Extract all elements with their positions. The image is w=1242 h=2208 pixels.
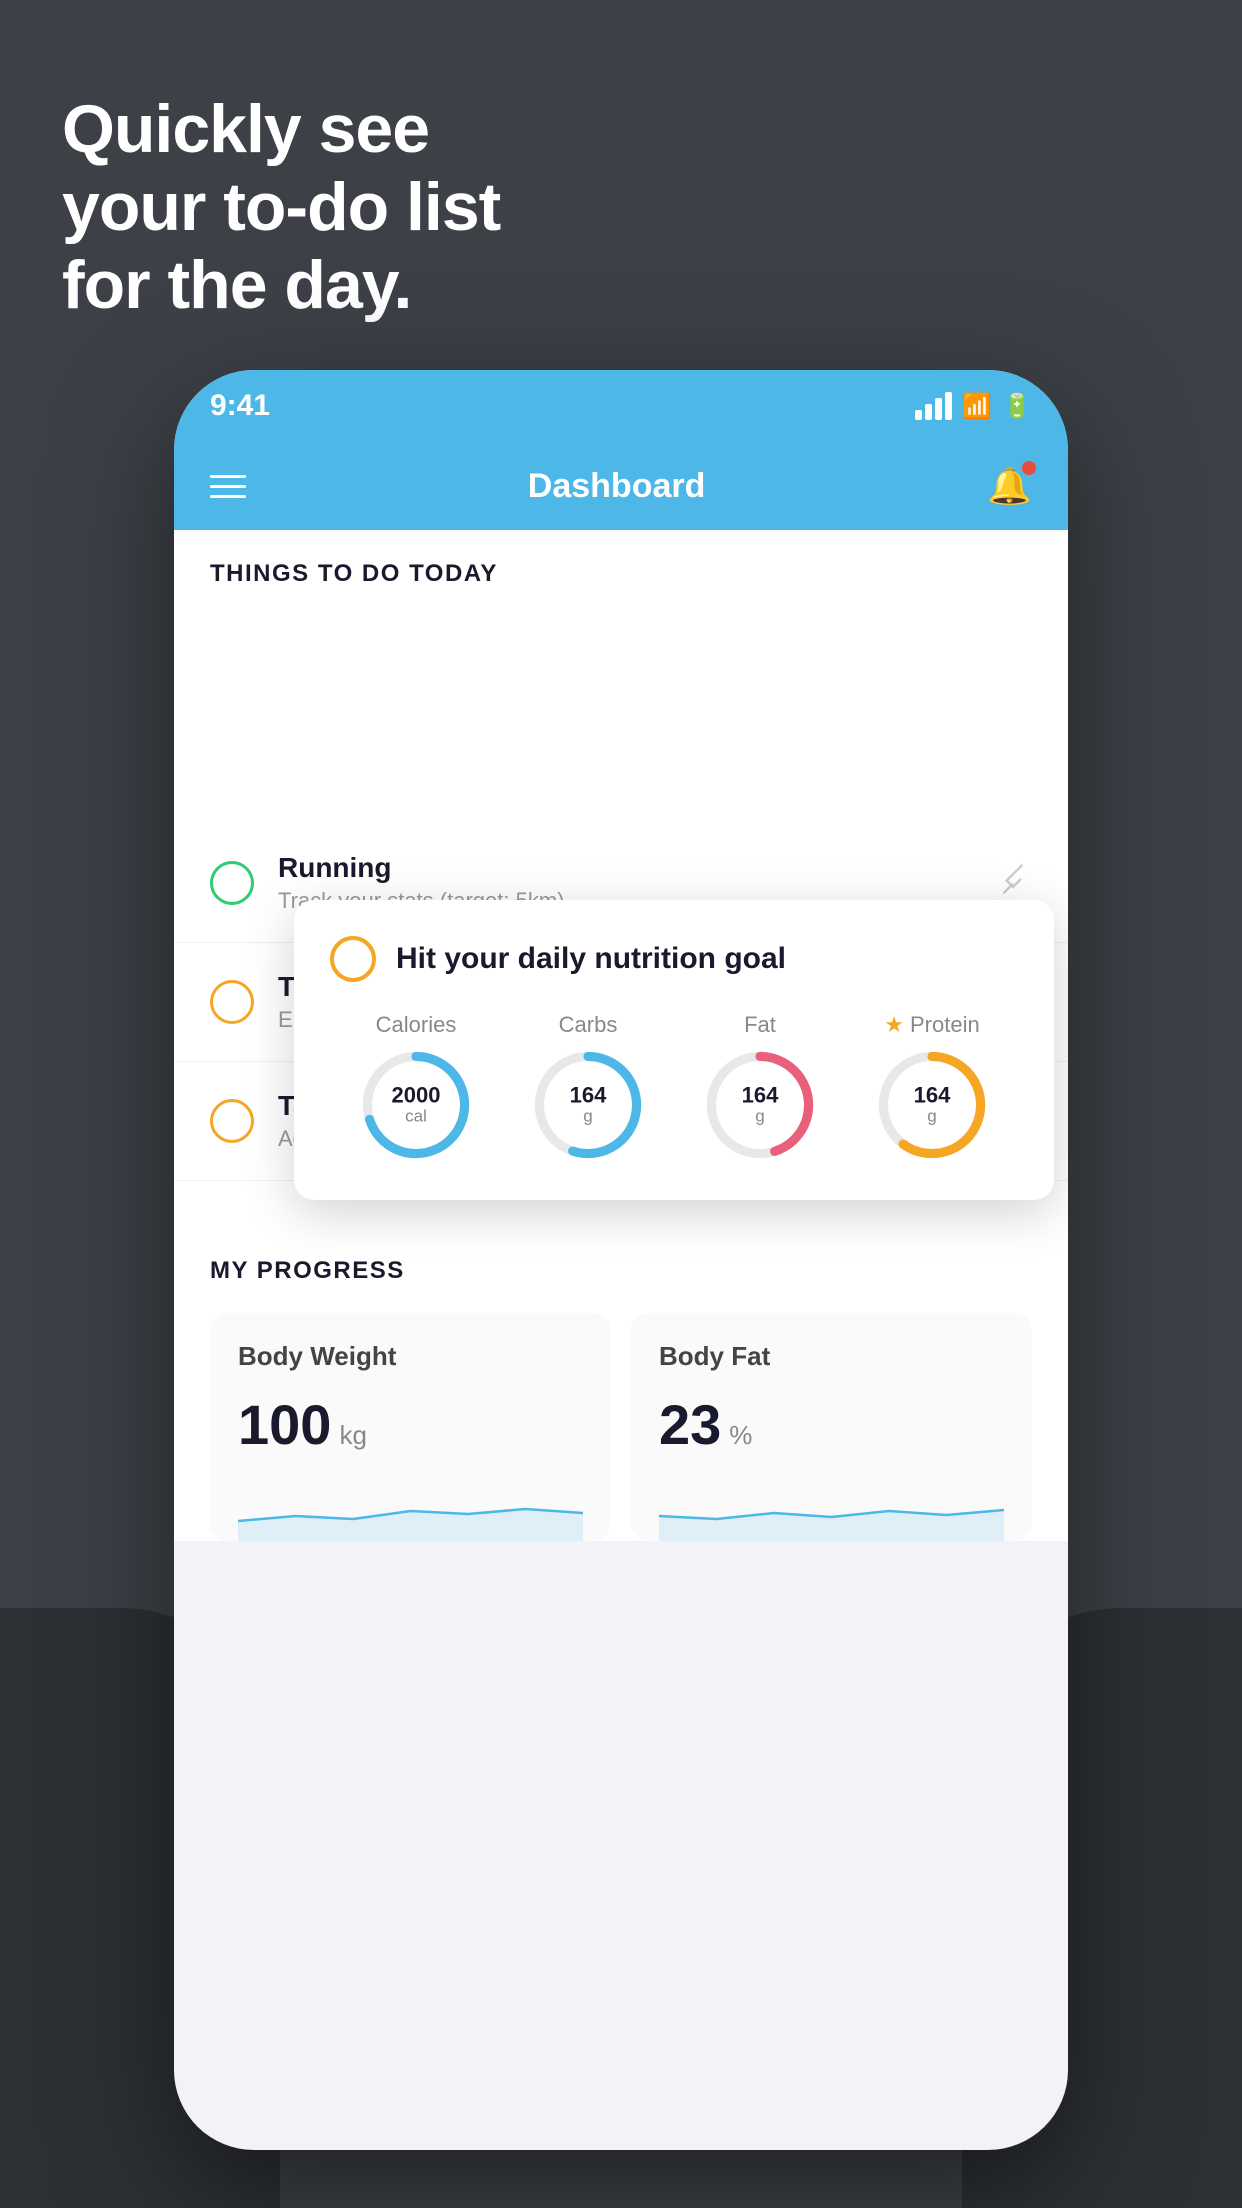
body-weight-value: 100 — [238, 1392, 331, 1457]
body-fat-value-wrap: 23 % — [659, 1392, 1004, 1457]
carbs-donut: 164 g — [533, 1050, 643, 1160]
fat-value: 164 — [742, 1084, 779, 1108]
nutrition-card[interactable]: Hit your daily nutrition goal Calories 2… — [294, 900, 1054, 1200]
todo-circle-body-stats — [210, 980, 254, 1024]
body-fat-label: Body Fat — [659, 1341, 1004, 1372]
body-weight-card[interactable]: Body Weight 100 kg — [210, 1313, 611, 1541]
body-fat-value: 23 — [659, 1392, 721, 1457]
nutrition-macros: Calories 2000 cal Carbs — [330, 1012, 1018, 1160]
calories-donut: 2000 cal — [361, 1050, 471, 1160]
star-icon: ★ — [884, 1012, 904, 1038]
status-time: 9:41 — [210, 389, 270, 423]
body-weight-chart — [238, 1481, 583, 1541]
body-fat-chart — [659, 1481, 1004, 1541]
progress-section: MY PROGRESS Body Weight 100 kg — [174, 1221, 1068, 1541]
progress-cards: Body Weight 100 kg Body Fat — [210, 1313, 1032, 1541]
hamburger-menu[interactable] — [210, 475, 246, 498]
protein-label: ★ Protein — [884, 1012, 979, 1038]
fat-label: Fat — [744, 1012, 776, 1038]
body-weight-unit: kg — [339, 1420, 366, 1451]
status-icons: 📶 🔋 — [915, 392, 1032, 421]
calories-label: Calories — [376, 1012, 457, 1038]
nutrition-header: Hit your daily nutrition goal — [330, 936, 1018, 982]
nav-title: Dashboard — [528, 467, 706, 506]
todo-circle-running — [210, 861, 254, 905]
protein-value: 164 — [914, 1084, 951, 1108]
phone-shell: 9:41 📶 🔋 Dashboard 🔔 THINGS TO DO TODAY — [174, 370, 1068, 2150]
battery-icon: 🔋 — [1002, 392, 1032, 421]
macro-calories: Calories 2000 cal — [361, 1012, 471, 1160]
macro-fat: Fat 164 g — [705, 1012, 815, 1160]
body-weight-label: Body Weight — [238, 1341, 583, 1372]
body-fat-unit: % — [729, 1420, 752, 1451]
signal-icon — [915, 392, 952, 420]
status-bar: 9:41 📶 🔋 — [174, 370, 1068, 442]
protein-donut: 164 g — [877, 1050, 987, 1160]
body-weight-value-wrap: 100 kg — [238, 1392, 583, 1457]
carbs-label: Carbs — [559, 1012, 618, 1038]
nav-bar: Dashboard 🔔 — [174, 442, 1068, 530]
notification-dot — [1022, 461, 1036, 475]
todo-circle-progress-photos — [210, 1099, 254, 1143]
body-fat-card[interactable]: Body Fat 23 % — [631, 1313, 1032, 1541]
notification-bell[interactable]: 🔔 — [987, 465, 1032, 507]
nutrition-title: Hit your daily nutrition goal — [396, 942, 786, 976]
macro-protein: ★ Protein 164 g — [877, 1012, 987, 1160]
fat-donut: 164 g — [705, 1050, 815, 1160]
macro-carbs: Carbs 164 g — [533, 1012, 643, 1160]
nutrition-check-circle[interactable] — [330, 936, 376, 982]
things-todo-title: THINGS TO DO TODAY — [210, 560, 498, 587]
calories-value: 2000 — [392, 1084, 441, 1108]
progress-title: MY PROGRESS — [210, 1257, 1032, 1285]
hero-title: Quickly seeyour to-do listfor the day. — [62, 90, 500, 325]
things-todo-header: THINGS TO DO TODAY — [174, 530, 1068, 604]
carbs-value: 164 — [570, 1084, 607, 1108]
wifi-icon: 📶 — [962, 392, 992, 421]
content-area: THINGS TO DO TODAY Hit your daily nutrit… — [174, 530, 1068, 1541]
